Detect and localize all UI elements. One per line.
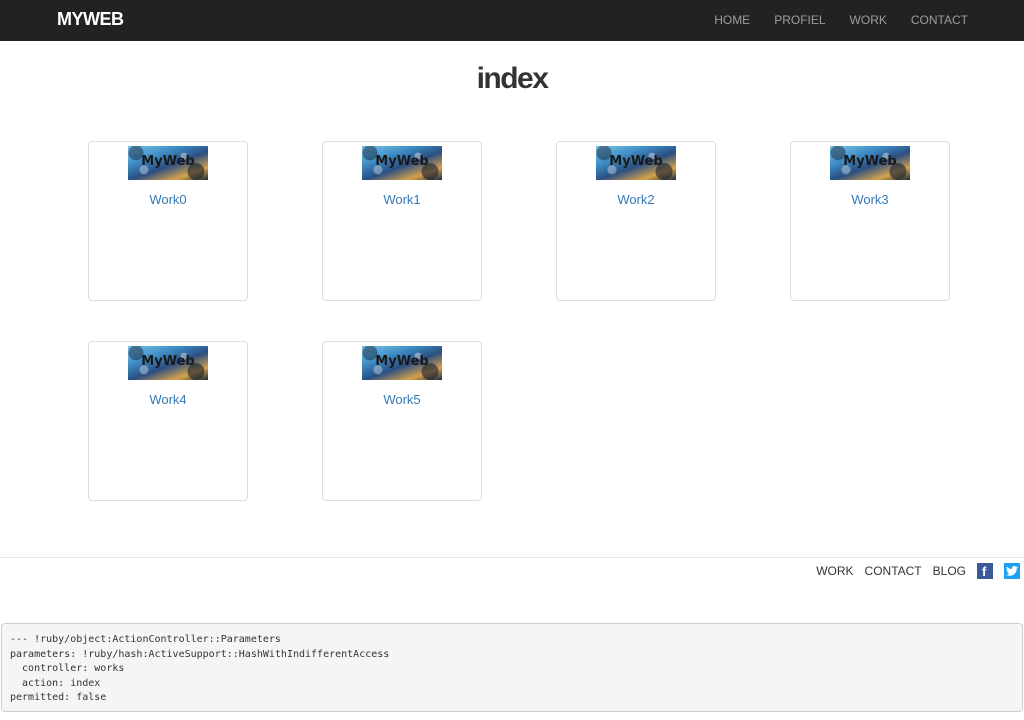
twitter-icon[interactable] <box>1004 563 1020 579</box>
work-thumbnail[interactable]: MyWeb <box>362 146 442 180</box>
nav-item-home[interactable]: HOME <box>714 13 750 27</box>
work-card: MyWeb Work0 <box>88 141 248 301</box>
thumbnail-text: MyWeb <box>843 154 897 169</box>
nav-item-work[interactable]: WORK <box>850 13 887 27</box>
work-thumbnail[interactable]: MyWeb <box>830 146 910 180</box>
navbar: MYWEB HOME PROFIEL WORK CONTACT <box>0 0 1024 41</box>
nav-menu: HOME PROFIEL WORK CONTACT <box>714 13 968 27</box>
thumbnail-text: MyWeb <box>375 154 429 169</box>
facebook-icon[interactable]: f <box>977 563 993 579</box>
work-link[interactable]: Work2 <box>557 192 715 207</box>
footer-nav: WORK CONTACT BLOG f <box>816 563 1020 579</box>
debug-params-panel: --- !ruby/object:ActionController::Param… <box>1 623 1023 712</box>
work-thumbnail[interactable]: MyWeb <box>128 146 208 180</box>
thumbnail-text: MyWeb <box>375 354 429 369</box>
work-card: MyWeb Work2 <box>556 141 716 301</box>
work-link[interactable]: Work1 <box>323 192 481 207</box>
work-link[interactable]: Work5 <box>323 392 481 407</box>
work-card: MyWeb Work5 <box>322 341 482 501</box>
nav-item-profiel[interactable]: PROFIEL <box>774 13 825 27</box>
nav-item-contact[interactable]: CONTACT <box>911 13 968 27</box>
work-card: MyWeb Work3 <box>790 141 950 301</box>
work-link[interactable]: Work0 <box>89 192 247 207</box>
thumbnail-text: MyWeb <box>609 154 663 169</box>
footer-divider <box>0 557 1024 558</box>
footer-link-work[interactable]: WORK <box>816 564 853 578</box>
work-thumbnail[interactable]: MyWeb <box>128 346 208 380</box>
footer-link-contact[interactable]: CONTACT <box>865 564 922 578</box>
debug-params-text: --- !ruby/object:ActionController::Param… <box>10 634 390 703</box>
thumbnail-text: MyWeb <box>141 154 195 169</box>
page-title: index <box>476 62 549 95</box>
work-thumbnail[interactable]: MyWeb <box>596 146 676 180</box>
footer-link-blog[interactable]: BLOG <box>933 564 966 578</box>
work-thumbnail[interactable]: MyWeb <box>362 346 442 380</box>
work-card: MyWeb Work1 <box>322 141 482 301</box>
thumbnail-text: MyWeb <box>141 354 195 369</box>
work-card: MyWeb Work4 <box>88 341 248 501</box>
work-link[interactable]: Work3 <box>791 192 949 207</box>
work-link[interactable]: Work4 <box>89 392 247 407</box>
brand-logo[interactable]: MYWEB <box>57 9 124 30</box>
